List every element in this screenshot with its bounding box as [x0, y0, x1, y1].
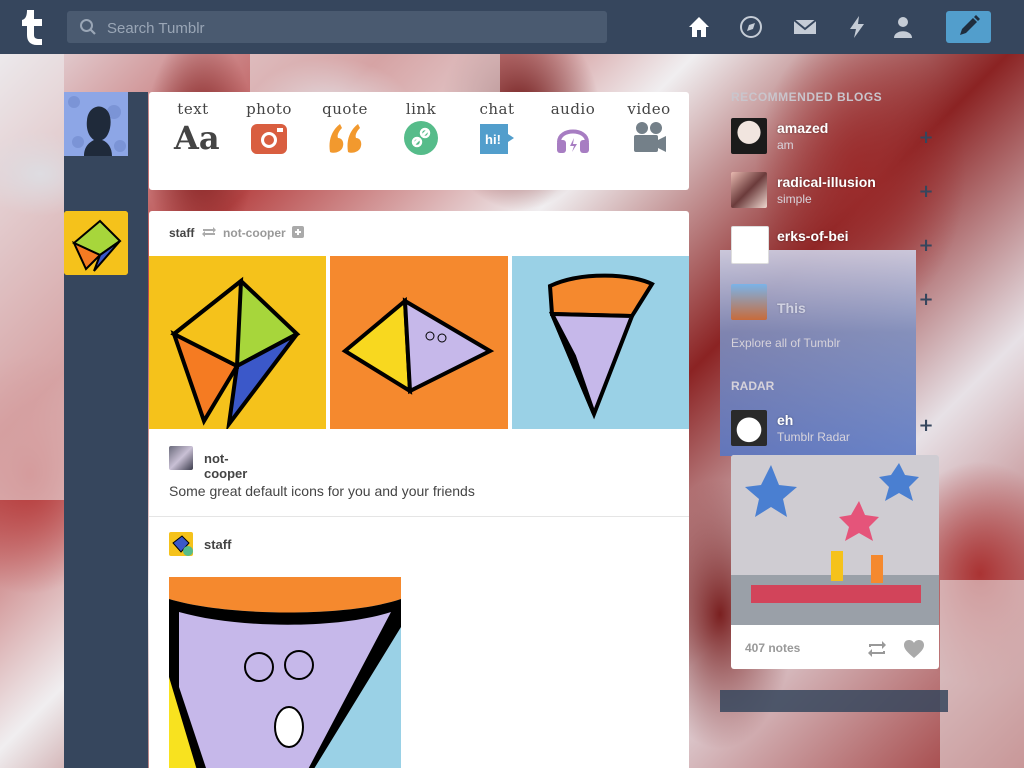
blog-name[interactable]: eh: [777, 412, 793, 428]
follow-plus-icon[interactable]: [292, 226, 305, 238]
radar-post-image[interactable]: [731, 455, 939, 625]
activity-icon[interactable]: [844, 14, 870, 40]
blog-name[interactable]: erks-of-bei: [777, 228, 849, 244]
text-icon: Aa: [174, 119, 220, 157]
quote-icon: [329, 124, 362, 153]
photoset: [149, 256, 689, 429]
wallpaper-tile: [0, 54, 64, 250]
home-icon[interactable]: [686, 14, 712, 40]
photoset-image[interactable]: [330, 256, 508, 429]
post-type-text[interactable]: text Aa: [155, 100, 231, 160]
dashboard-post: staff not-cooper not-cooper Some great d…: [149, 211, 689, 768]
post-type-label: photo: [246, 100, 292, 118]
camera-icon: [251, 124, 287, 154]
reblog-icon: [201, 227, 216, 237]
post-type-link[interactable]: link: [383, 100, 459, 160]
recommended-blog[interactable]: amazed am: [731, 114, 916, 158]
radar-post-card[interactable]: 407 notes: [731, 455, 939, 669]
avatar[interactable]: [731, 284, 767, 320]
reblog-username[interactable]: not-cooper: [204, 451, 247, 481]
wallpaper-tile: [250, 54, 500, 92]
account-icon[interactable]: [890, 14, 916, 40]
avatar[interactable]: [731, 172, 767, 208]
post-header: staff not-cooper: [169, 226, 305, 240]
video-camera-icon: [634, 122, 666, 152]
link-icon: [404, 121, 438, 155]
reblogged-from-link[interactable]: not-cooper: [223, 226, 286, 240]
background-photo-fragment: [720, 690, 948, 712]
svg-text:hi!: hi!: [485, 132, 501, 147]
wallpaper-tile: [0, 250, 64, 500]
post-type-label: video: [627, 100, 671, 118]
avatar[interactable]: [169, 532, 193, 556]
radar-heading: RADAR: [731, 379, 775, 393]
post-type-photo[interactable]: photo: [231, 100, 307, 160]
blog-subtitle: simple: [777, 192, 812, 206]
photoset-image[interactable]: [512, 256, 689, 429]
blog-subtitle: am: [777, 138, 794, 152]
reblog-icon[interactable]: [866, 640, 888, 658]
compose-button[interactable]: [946, 11, 991, 43]
blog-subtitle: Tumblr Radar: [777, 430, 850, 444]
post-type-chat[interactable]: chat hi!: [459, 100, 535, 160]
explore-link[interactable]: Explore all of Tumblr: [731, 336, 840, 350]
search-icon: [80, 19, 96, 35]
kite-avatar-icon: [172, 535, 193, 556]
post-author-link[interactable]: staff: [169, 226, 194, 240]
photoset-image[interactable]: [149, 256, 326, 429]
search-box[interactable]: [67, 11, 607, 45]
post-caption: Some great default icons for you and you…: [169, 483, 475, 499]
blog-name[interactable]: amazed: [777, 120, 828, 136]
recommended-blog[interactable]: erks-of-bei: [731, 222, 916, 266]
radar-blog[interactable]: eh Tumblr Radar: [731, 406, 916, 450]
blog-name[interactable]: This: [777, 300, 806, 316]
divider: [149, 516, 689, 517]
reblog-username[interactable]: staff: [204, 537, 231, 552]
post-type-label: audio: [550, 100, 596, 118]
staff-avatar[interactable]: [64, 211, 128, 275]
heart-icon[interactable]: [903, 639, 925, 659]
wallpaper-tile: [940, 580, 1024, 768]
kite-avatar-icon: [64, 211, 128, 275]
post-type-label: chat: [479, 100, 515, 118]
post-type-audio[interactable]: audio: [535, 100, 611, 160]
silhouette-avatar-icon: [64, 92, 128, 156]
follow-plus-icon[interactable]: +: [916, 236, 936, 256]
recommended-blogs-heading: RECOMMENDED BLOGS: [731, 90, 883, 104]
avatar[interactable]: [169, 446, 193, 470]
post-type-selector: text Aa photo quote link chat hi! audio …: [149, 92, 689, 190]
avatar[interactable]: [731, 226, 769, 264]
avatar[interactable]: [731, 118, 767, 154]
headphones-icon: [557, 129, 589, 153]
post-type-quote[interactable]: quote: [307, 100, 383, 160]
top-navigation-bar: [0, 0, 1024, 54]
tumblr-logo[interactable]: [17, 8, 49, 46]
post-image[interactable]: [169, 577, 401, 768]
post-type-label: text: [177, 100, 209, 118]
chat-bubble-icon: hi!: [480, 124, 514, 154]
follow-plus-icon[interactable]: +: [916, 290, 936, 310]
dashboard-left-rail: [64, 92, 148, 768]
pencil-icon: [960, 15, 980, 35]
recommended-blog[interactable]: This: [731, 280, 916, 324]
follow-plus-icon[interactable]: +: [916, 128, 936, 148]
post-type-label: quote: [322, 100, 368, 118]
avatar[interactable]: [731, 410, 767, 446]
notes-count[interactable]: 407 notes: [745, 641, 800, 655]
blog-name[interactable]: radical-illusion: [777, 174, 876, 190]
explore-icon[interactable]: [738, 14, 764, 40]
follow-plus-icon[interactable]: +: [916, 182, 936, 202]
inbox-icon[interactable]: [792, 14, 818, 40]
search-input[interactable]: [105, 11, 589, 45]
user-avatar[interactable]: [64, 92, 128, 156]
recommended-blog[interactable]: radical-illusion simple: [731, 168, 916, 212]
follow-plus-icon[interactable]: +: [916, 416, 936, 436]
post-type-label: link: [405, 100, 437, 118]
post-type-video[interactable]: video: [611, 100, 687, 160]
